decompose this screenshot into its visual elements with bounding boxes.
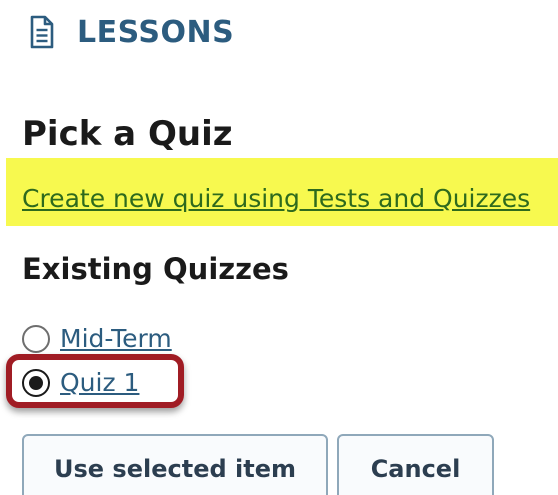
existing-quizzes-title: Existing Quizzes xyxy=(22,252,289,286)
selected-option-callout xyxy=(6,354,184,408)
page-title: Pick a Quiz xyxy=(22,114,233,154)
quiz-link-mid-term[interactable]: Mid-Term xyxy=(60,324,172,353)
create-new-quiz-link[interactable]: Create new quiz using Tests and Quizzes xyxy=(22,184,530,213)
document-icon xyxy=(29,14,55,50)
quiz-option-mid-term[interactable]: Mid-Term xyxy=(22,324,172,353)
use-selected-item-button[interactable]: Use selected item xyxy=(22,434,328,495)
cancel-button[interactable]: Cancel xyxy=(337,434,494,495)
lessons-header: LESSONS xyxy=(29,10,234,54)
header-title: LESSONS xyxy=(77,14,235,50)
radio-mid-term[interactable] xyxy=(22,324,50,353)
